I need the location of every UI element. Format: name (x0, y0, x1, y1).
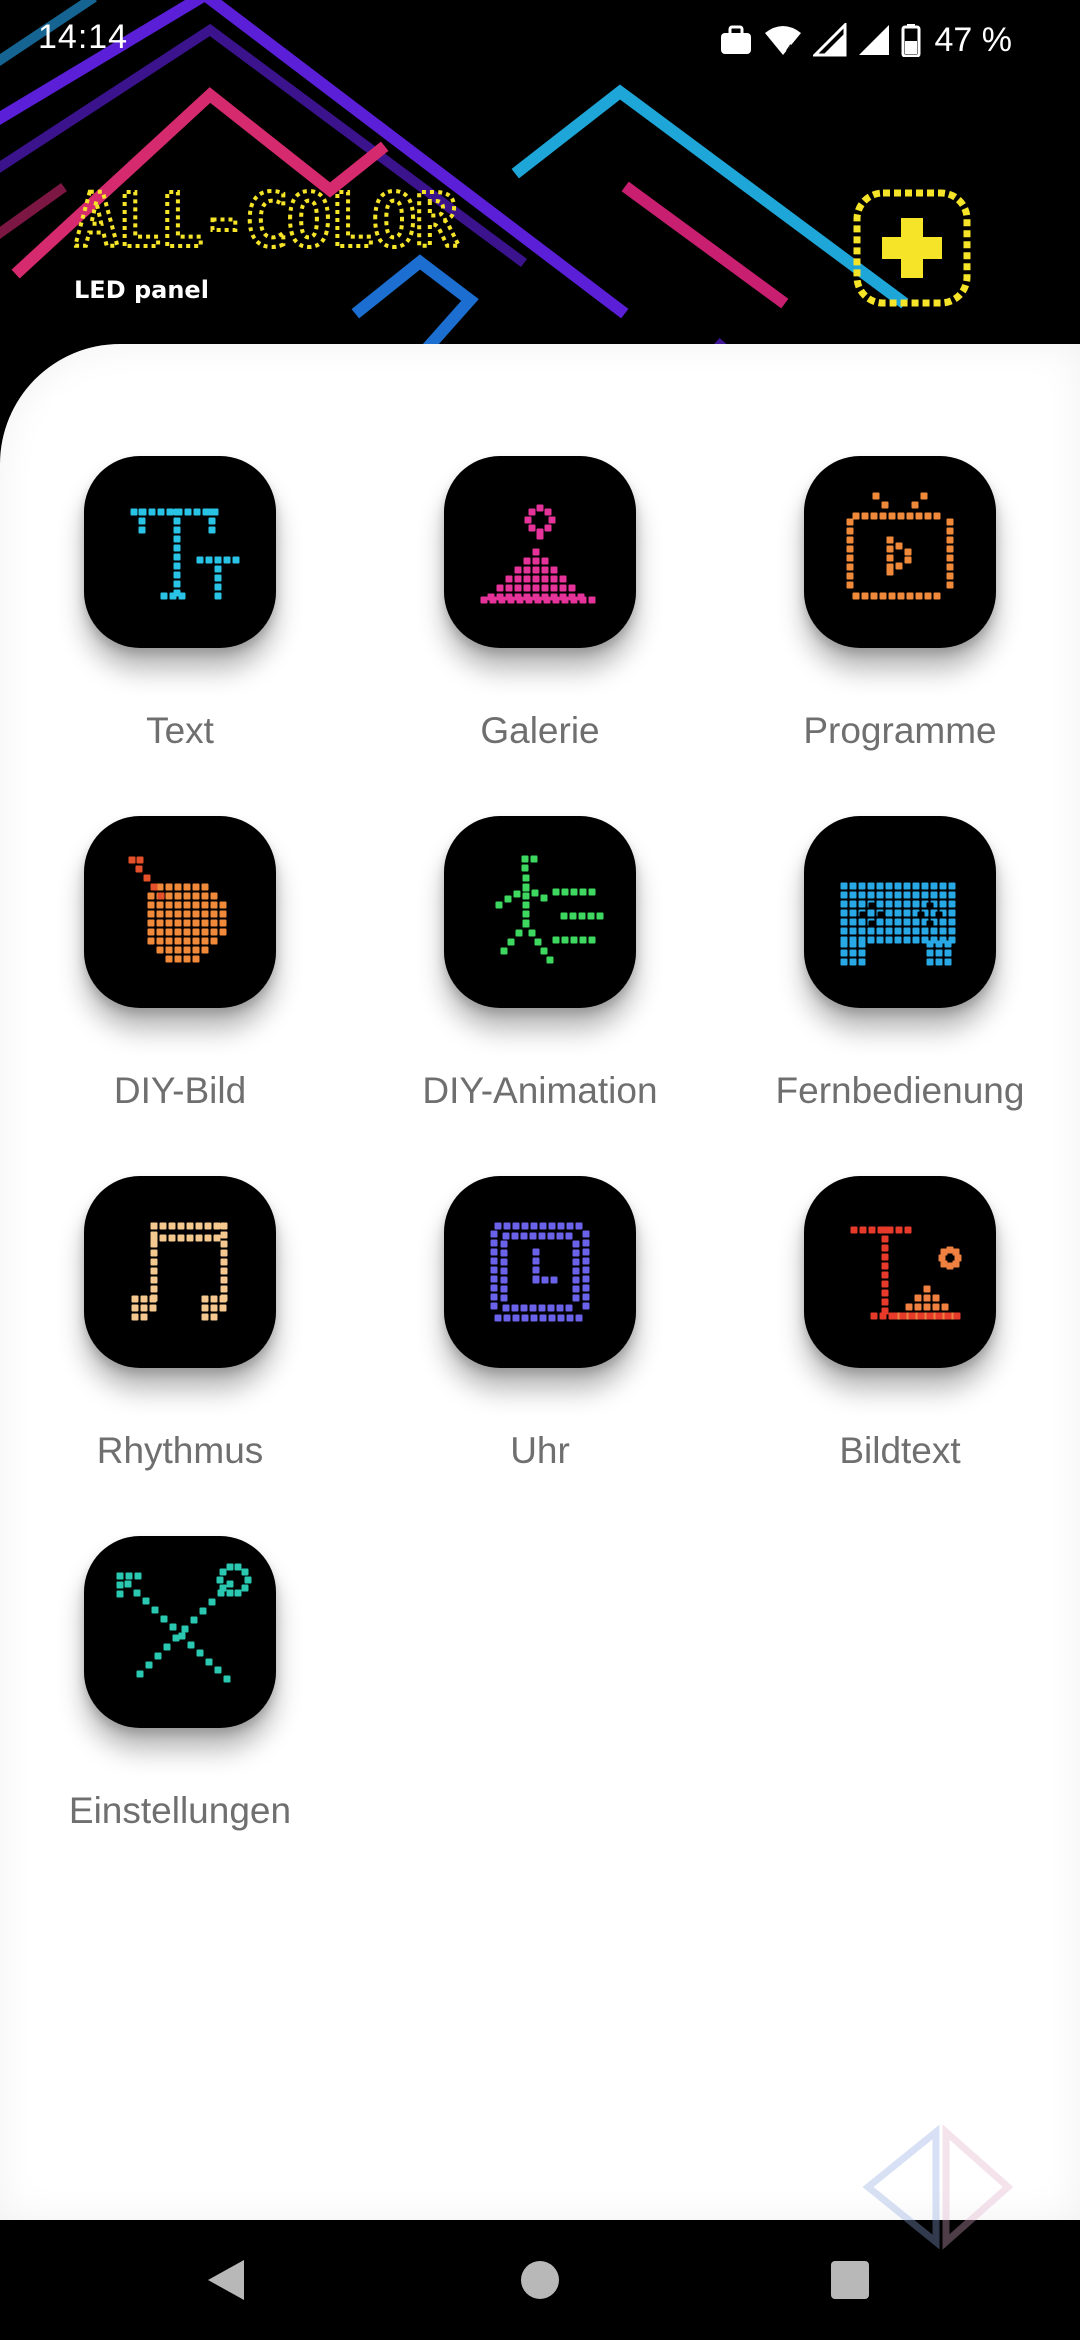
clock-icon (444, 1176, 636, 1368)
feature-tile-label: Bildtext (839, 1430, 961, 1471)
back-icon (208, 2260, 244, 2300)
gamepad-icon (804, 816, 996, 1008)
logo-subtitle: LED panel (74, 276, 209, 304)
feature-tile[interactable]: Galerie (360, 344, 720, 751)
svg-text:4: 4 (786, 42, 793, 56)
running-man-icon (444, 816, 636, 1008)
svg-text:ALL-COLOR: ALL-COLOR (74, 186, 459, 256)
feature-tile-label: Uhr (510, 1430, 570, 1471)
music-note-icon (84, 1176, 276, 1368)
status-bar: 14:14 4 47 % (0, 0, 1080, 84)
gallery-icon (444, 456, 636, 648)
feature-tile[interactable]: DIY-Animation (360, 704, 720, 1111)
app-header: 14:14 4 47 % ALL-COLOR LED panel (0, 0, 1080, 360)
feature-tile[interactable]: Fernbedienung (720, 704, 1080, 1111)
feature-panel: Text Galerie Programme DIY-Bild DIY-Animatio… (0, 344, 1080, 2220)
feature-tile[interactable]: Text (0, 344, 360, 751)
add-device-button[interactable] (852, 188, 972, 308)
text-icon (84, 456, 276, 648)
app-screen: 14:14 4 47 % ALL-COLOR LED panel Text Ga… (0, 0, 1080, 2340)
palette-icon (84, 816, 276, 1008)
battery-percentage: 47 % (934, 20, 1013, 59)
feature-grid: Text Galerie Programme DIY-Bild DIY-Animatio… (0, 344, 1080, 2220)
tv-icon (804, 456, 996, 648)
feature-tile[interactable]: Rhythmus (0, 1064, 360, 1471)
home-button[interactable] (504, 2244, 576, 2316)
watermark-logo-icon (862, 2124, 1014, 2250)
image-text-icon (804, 1176, 996, 1368)
plus-icon (853, 189, 971, 307)
battery-icon (901, 24, 920, 57)
signal-icon (812, 23, 846, 57)
feature-tile[interactable]: Bildtext (720, 1064, 1080, 1471)
feature-tile[interactable]: Programme (720, 344, 1080, 751)
status-icons: 4 47 % (719, 16, 1013, 64)
status-time: 14:14 (38, 18, 129, 56)
wifi-icon: 4 (764, 26, 801, 56)
home-icon (521, 2261, 559, 2299)
tools-icon (84, 1536, 276, 1728)
feature-tile[interactable]: Uhr (360, 1064, 720, 1471)
back-button[interactable] (190, 2244, 262, 2316)
signal-icon (858, 25, 889, 55)
feature-tile[interactable]: Einstellungen (0, 1424, 360, 1831)
feature-tile[interactable]: DIY-Bild (0, 704, 360, 1111)
work-profile-icon (720, 25, 751, 54)
logo-title: ALL-COLOR (74, 186, 463, 256)
feature-tile-label: Einstellungen (68, 1790, 292, 1831)
